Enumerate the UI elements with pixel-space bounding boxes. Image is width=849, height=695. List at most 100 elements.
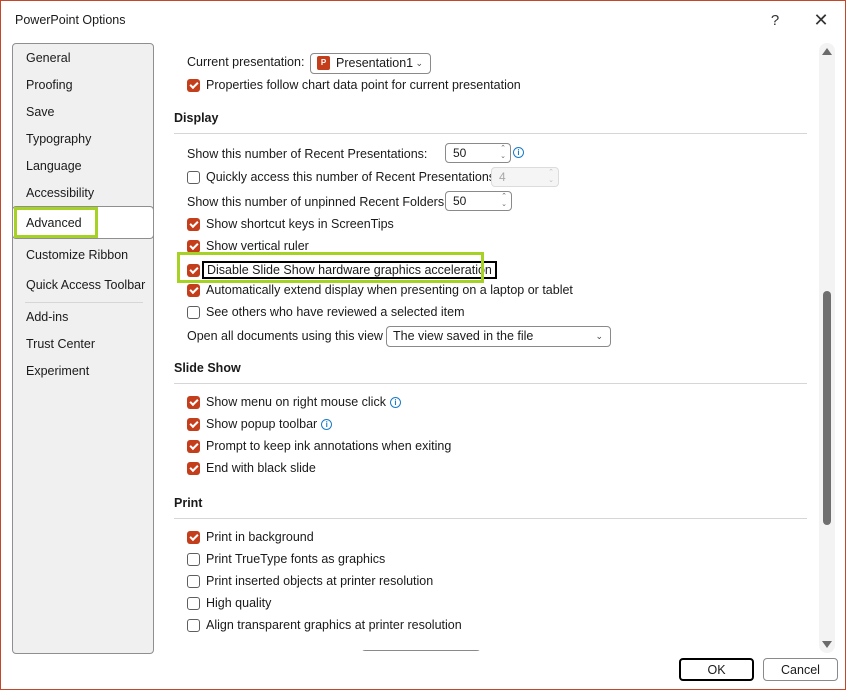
- vertical-ruler-row[interactable]: Show vertical ruler: [187, 239, 309, 253]
- popup-toolbar-checkbox[interactable]: [187, 417, 200, 431]
- info-icon[interactable]: i: [513, 147, 524, 158]
- keep-ink-checkbox[interactable]: [187, 439, 200, 453]
- slide-show-heading: Slide Show: [174, 361, 241, 375]
- sidebar-item-general[interactable]: General: [26, 51, 70, 65]
- dialog-title: PowerPoint Options: [15, 13, 126, 27]
- sidebar-item-customize-ribbon[interactable]: Customize Ribbon: [26, 248, 128, 262]
- current-presentation-dropdown[interactable]: P Presentation1 ⌄: [310, 53, 431, 74]
- right-click-menu-row[interactable]: Show menu on right mouse click i: [187, 395, 401, 409]
- popup-toolbar-row[interactable]: Show popup toolbar i: [187, 417, 333, 431]
- sidebar-item-accessibility[interactable]: Accessibility: [26, 186, 94, 200]
- recent-folders-label: Show this number of unpinned Recent Fold…: [187, 195, 448, 209]
- auto-extend-row[interactable]: Automatically extend display when presen…: [187, 283, 573, 297]
- open-view-row: Open all documents using this view: [187, 329, 383, 343]
- scroll-down-arrow-icon[interactable]: [822, 641, 832, 648]
- align-transparent-row[interactable]: Align transparent graphics at printer re…: [187, 618, 462, 632]
- open-view-value: The view saved in the file: [393, 329, 534, 343]
- print-truetype-label: Print TrueType fonts as graphics: [206, 552, 386, 566]
- print-background-label: Print in background: [206, 530, 314, 544]
- shortcut-keys-checkbox[interactable]: [187, 217, 200, 231]
- properties-follow-checkbox[interactable]: [187, 78, 200, 92]
- right-click-menu-label: Show menu on right mouse click: [206, 395, 386, 409]
- open-view-dropdown[interactable]: The view saved in the file ⌄: [386, 326, 611, 347]
- sidebar-item-language[interactable]: Language: [26, 159, 82, 173]
- see-others-checkbox[interactable]: [187, 305, 200, 319]
- black-slide-checkbox[interactable]: [187, 461, 200, 475]
- black-slide-row[interactable]: End with black slide: [187, 461, 316, 475]
- sidebar-item-experiment[interactable]: Experiment: [26, 364, 89, 378]
- recent-presentations-label: Show this number of Recent Presentations…: [187, 147, 428, 161]
- current-presentation-value: Presentation1: [336, 56, 414, 70]
- right-click-menu-checkbox[interactable]: [187, 395, 200, 409]
- print-background-row[interactable]: Print in background: [187, 530, 314, 544]
- properties-follow-row[interactable]: Properties follow chart data point for c…: [187, 78, 521, 92]
- print-inserted-objects-checkbox[interactable]: [187, 574, 200, 588]
- scrollbar-thumb[interactable]: [823, 291, 831, 525]
- display-divider: [174, 133, 807, 134]
- popup-toolbar-label: Show popup toolbar: [206, 417, 318, 431]
- open-view-label: Open all documents using this view: [187, 329, 383, 343]
- vertical-ruler-checkbox[interactable]: [187, 239, 200, 253]
- spinner-arrows-icon: ⌃ ⌄: [548, 169, 554, 184]
- keep-ink-label: Prompt to keep ink annotations when exit…: [206, 439, 452, 453]
- print-heading: Print: [174, 496, 203, 510]
- sidebar-item-save[interactable]: Save: [26, 105, 55, 119]
- black-slide-label: End with black slide: [206, 461, 316, 475]
- high-quality-checkbox[interactable]: [187, 596, 200, 610]
- quick-access-value: 4: [499, 170, 506, 184]
- info-icon[interactable]: i: [389, 396, 401, 408]
- content-scrollbar[interactable]: [819, 43, 835, 653]
- cancel-button[interactable]: Cancel: [763, 658, 838, 681]
- keep-ink-row[interactable]: Prompt to keep ink annotations when exit…: [187, 439, 451, 453]
- properties-follow-label: Properties follow chart data point for c…: [206, 78, 521, 92]
- powerpoint-options-dialog: PowerPoint Options ? ✕ General Proofing …: [0, 0, 846, 690]
- current-presentation-label: Current presentation:: [187, 55, 305, 69]
- align-transparent-label: Align transparent graphics at printer re…: [206, 618, 462, 632]
- align-transparent-checkbox[interactable]: [187, 618, 200, 632]
- high-quality-row[interactable]: High quality: [187, 596, 271, 610]
- sidebar-item-trust-center[interactable]: Trust Center: [26, 337, 95, 351]
- see-others-row[interactable]: See others who have reviewed a selected …: [187, 305, 464, 319]
- close-icon[interactable]: ✕: [807, 7, 835, 33]
- auto-extend-checkbox[interactable]: [187, 283, 200, 297]
- sidebar-item-typography[interactable]: Typography: [26, 132, 91, 146]
- sidebar-item-add-ins[interactable]: Add-ins: [26, 310, 68, 324]
- print-inserted-objects-row[interactable]: Print inserted objects at printer resolu…: [187, 574, 433, 588]
- partially-visible-control: [361, 650, 481, 651]
- ok-button[interactable]: OK: [679, 658, 754, 681]
- recent-presentations-value: 50: [453, 146, 467, 160]
- quick-access-row[interactable]: Quickly access this number of Recent Pre…: [187, 170, 499, 184]
- print-truetype-row[interactable]: Print TrueType fonts as graphics: [187, 552, 385, 566]
- quick-access-label: Quickly access this number of Recent Pre…: [206, 170, 499, 184]
- options-sidebar: General Proofing Save Typography Languag…: [12, 43, 154, 654]
- print-inserted-objects-label: Print inserted objects at printer resolu…: [206, 574, 434, 588]
- see-others-label: See others who have reviewed a selected …: [206, 305, 465, 319]
- print-divider: [174, 518, 807, 519]
- sidebar-item-proofing[interactable]: Proofing: [26, 78, 73, 92]
- scroll-up-arrow-icon[interactable]: [822, 48, 832, 55]
- current-presentation-row: Current presentation:: [187, 55, 304, 69]
- print-truetype-checkbox[interactable]: [187, 552, 200, 566]
- shortcut-keys-row[interactable]: Show shortcut keys in ScreenTips: [187, 217, 394, 231]
- help-button[interactable]: ?: [761, 7, 789, 33]
- display-heading: Display: [174, 111, 219, 125]
- highlight-advanced: [14, 207, 98, 238]
- quick-access-spinner: 4 ⌃ ⌄: [491, 167, 559, 187]
- shortcut-keys-label: Show shortcut keys in ScreenTips: [206, 217, 394, 231]
- recent-folders-spinner[interactable]: 50 ⌃ ⌄: [445, 191, 512, 211]
- spinner-arrows-icon[interactable]: ⌃ ⌄: [501, 193, 507, 209]
- powerpoint-file-icon: P: [317, 55, 330, 70]
- sidebar-item-quick-access-toolbar[interactable]: Quick Access Toolbar: [26, 278, 145, 292]
- options-content: Current presentation: P Presentation1 ⌄ P…: [161, 39, 816, 651]
- recent-presentations-spinner[interactable]: 50 ⌃ ⌄: [445, 143, 511, 163]
- info-icon[interactable]: i: [321, 418, 333, 430]
- spinner-arrows-icon[interactable]: ⌃ ⌄: [500, 145, 506, 161]
- recent-folders-row: Show this number of unpinned Recent Fold…: [187, 195, 448, 209]
- high-quality-label: High quality: [206, 596, 272, 610]
- vertical-ruler-label: Show vertical ruler: [206, 239, 309, 253]
- chevron-down-icon: ⌄: [415, 58, 423, 68]
- auto-extend-label: Automatically extend display when presen…: [206, 283, 573, 297]
- print-background-checkbox[interactable]: [187, 530, 200, 544]
- chevron-down-icon: ⌄: [595, 331, 603, 341]
- quick-access-checkbox[interactable]: [187, 170, 200, 184]
